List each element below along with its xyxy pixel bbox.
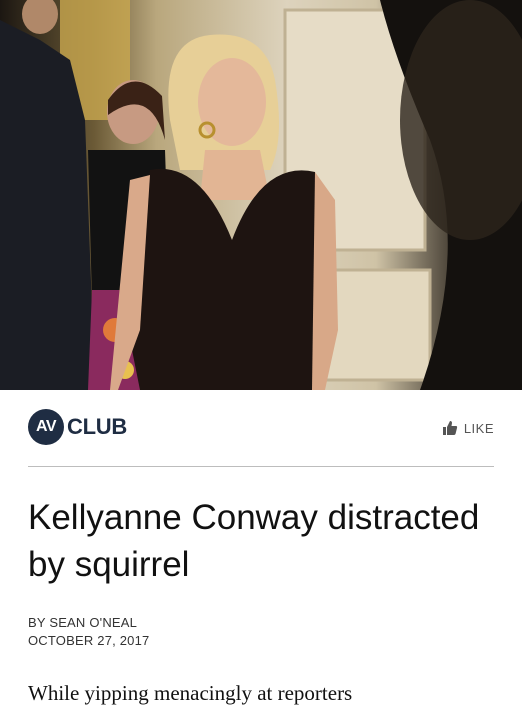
article-byline: BY SEAN O'NEAL OCTOBER 27, 2017: [28, 614, 149, 650]
photo-image: [0, 0, 522, 390]
article-excerpt: While yipping menacingly at reporters: [28, 681, 353, 705]
article-photo: [0, 0, 522, 390]
article-headline[interactable]: Kellyanne Conway distracted by squirrel: [28, 494, 498, 588]
av-club-logo[interactable]: AV CLUB: [28, 409, 127, 445]
like-button[interactable]: LIKE: [442, 420, 494, 436]
thumbs-up-icon: [442, 421, 457, 435]
brand-bar: AV CLUB LIKE: [0, 390, 522, 468]
logo-mark: AV: [28, 409, 64, 445]
author-name[interactable]: BY SEAN O'NEAL: [28, 614, 149, 632]
publish-date: OCTOBER 27, 2017: [28, 633, 150, 648]
header-divider: [28, 466, 494, 467]
logo-text: CLUB: [67, 414, 127, 439]
like-label: LIKE: [463, 420, 494, 436]
